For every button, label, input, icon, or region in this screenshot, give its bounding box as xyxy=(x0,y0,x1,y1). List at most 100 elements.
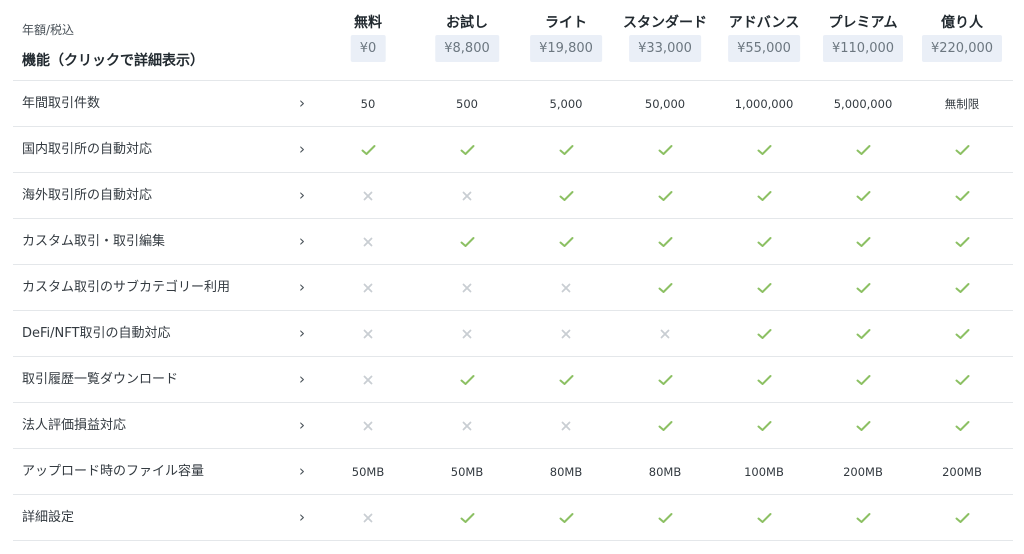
check-icon xyxy=(912,219,1012,264)
feature-label[interactable]: カスタム取引のサブカテゴリー利用 xyxy=(22,265,230,310)
cross-icon xyxy=(318,311,418,356)
pricing-header: 年額/税込 機能（クリックで詳細表示） 無料 ¥0 お試し ¥8,800 ライト ¥19,… xyxy=(0,0,1024,80)
plan-price-badge: ¥55,000 xyxy=(728,35,800,62)
check-icon xyxy=(516,173,616,218)
check-icon xyxy=(714,265,814,310)
chevron-right-icon[interactable]: › xyxy=(299,357,305,402)
price-note: 年額/税込 xyxy=(22,23,75,37)
plan-column-4: アドバンス ¥55,000 xyxy=(714,0,814,80)
cross-icon xyxy=(417,265,517,310)
feature-label[interactable]: 年間取引件数 xyxy=(22,81,100,126)
cell-value: 50 xyxy=(360,96,376,111)
chevron-right-icon[interactable]: › xyxy=(299,495,305,540)
check-icon xyxy=(714,311,814,356)
plan-price-badge: ¥19,800 xyxy=(530,35,602,62)
check-icon xyxy=(615,357,715,402)
check-icon xyxy=(912,311,1012,356)
chevron-right-icon[interactable]: › xyxy=(299,173,305,218)
check-icon xyxy=(615,495,715,540)
feature-row[interactable]: DeFi/NFT取引の自動対応 › xyxy=(13,310,1013,356)
feature-row[interactable]: 国内取引所の自動対応 › xyxy=(13,126,1013,172)
check-icon xyxy=(318,127,418,172)
feature-row[interactable]: 詳細設定 › xyxy=(13,494,1013,541)
check-icon xyxy=(912,265,1012,310)
check-icon xyxy=(615,265,715,310)
check-icon xyxy=(615,403,715,448)
check-icon xyxy=(714,127,814,172)
cell-value: 100MB xyxy=(744,464,784,479)
plan-column-6: 億り人 ¥220,000 xyxy=(912,0,1012,80)
plan-name: スタンダード xyxy=(623,15,707,31)
cell-value: 1,000,000 xyxy=(734,96,794,111)
cross-icon xyxy=(318,403,418,448)
plan-name: アドバンス xyxy=(728,15,800,31)
cell-value: 200MB xyxy=(942,464,982,479)
cross-icon xyxy=(318,495,418,540)
chevron-right-icon[interactable]: › xyxy=(299,449,305,494)
feature-row[interactable]: 海外取引所の自動対応 › xyxy=(13,172,1013,218)
plan-name: 億り人 xyxy=(941,15,983,31)
cell-value: 200MB xyxy=(843,464,883,479)
chevron-right-icon[interactable]: › xyxy=(299,311,305,356)
chevron-right-icon[interactable]: › xyxy=(299,265,305,310)
cross-icon xyxy=(318,265,418,310)
plan-column-5: プレミアム ¥110,000 xyxy=(813,0,913,80)
feature-row[interactable]: 法人評価損益対応 › xyxy=(13,402,1013,448)
feature-label[interactable]: 海外取引所の自動対応 xyxy=(22,173,152,218)
check-icon xyxy=(813,403,913,448)
check-icon xyxy=(813,219,913,264)
chevron-right-icon[interactable]: › xyxy=(299,219,305,264)
feature-label[interactable]: 取引履歴一覧ダウンロード xyxy=(22,357,178,402)
feature-label[interactable]: 国内取引所の自動対応 xyxy=(22,127,152,172)
plan-column-1: お試し ¥8,800 xyxy=(417,0,517,80)
feature-label[interactable]: DeFi/NFT取引の自動対応 xyxy=(22,311,170,356)
cross-icon xyxy=(516,265,616,310)
cell-value: 無制限 xyxy=(944,96,980,111)
check-icon xyxy=(912,495,1012,540)
check-icon xyxy=(615,127,715,172)
check-icon xyxy=(813,127,913,172)
plan-price-badge: ¥220,000 xyxy=(921,35,1003,62)
feature-label[interactable]: カスタム取引・取引編集 xyxy=(22,219,165,264)
check-icon xyxy=(516,219,616,264)
plan-name: お試し xyxy=(446,15,488,31)
check-icon xyxy=(417,495,517,540)
feature-label[interactable]: 詳細設定 xyxy=(22,495,74,540)
feature-row[interactable]: カスタム取引・取引編集 › xyxy=(13,218,1013,264)
plan-column-2: ライト ¥19,800 xyxy=(516,0,616,80)
cross-icon xyxy=(417,403,517,448)
feature-table: 年間取引件数 › 50 500 5,000 50,000 1,000,000 5,000,00… xyxy=(13,80,1013,541)
feature-row[interactable]: カスタム取引のサブカテゴリー利用 › xyxy=(13,264,1013,310)
feature-row[interactable]: 年間取引件数 › 50 500 5,000 50,000 1,000,000 5,000,00… xyxy=(13,80,1013,126)
cross-icon xyxy=(615,311,715,356)
chevron-right-icon[interactable]: › xyxy=(299,81,305,126)
cell-value: 50MB xyxy=(351,464,385,479)
features-title: 機能（クリックで詳細表示） xyxy=(22,53,204,69)
cell-value: 80MB xyxy=(549,464,583,479)
feature-row[interactable]: アップロード時のファイル容量 › 50MB 50MB 80MB 80MB 100MB 200M… xyxy=(13,448,1013,494)
plan-price-badge: ¥110,000 xyxy=(822,35,904,62)
check-icon xyxy=(912,173,1012,218)
check-icon xyxy=(417,219,517,264)
chevron-right-icon[interactable]: › xyxy=(299,127,305,172)
check-icon xyxy=(714,357,814,402)
check-icon xyxy=(813,173,913,218)
cross-icon xyxy=(318,357,418,402)
chevron-right-icon[interactable]: › xyxy=(299,403,305,448)
check-icon xyxy=(417,127,517,172)
cross-icon xyxy=(516,403,616,448)
check-icon xyxy=(516,127,616,172)
check-icon xyxy=(813,357,913,402)
feature-label[interactable]: アップロード時のファイル容量 xyxy=(22,449,204,494)
feature-label[interactable]: 法人評価損益対応 xyxy=(22,403,126,448)
check-icon xyxy=(813,265,913,310)
check-icon xyxy=(516,357,616,402)
cell-value: 50,000 xyxy=(644,96,686,111)
cell-value: 80MB xyxy=(648,464,682,479)
feature-row[interactable]: 取引履歴一覧ダウンロード › xyxy=(13,356,1013,402)
cross-icon xyxy=(516,311,616,356)
cross-icon xyxy=(417,173,517,218)
check-icon xyxy=(813,495,913,540)
plan-column-0: 無料 ¥0 xyxy=(318,0,418,80)
check-icon xyxy=(813,311,913,356)
